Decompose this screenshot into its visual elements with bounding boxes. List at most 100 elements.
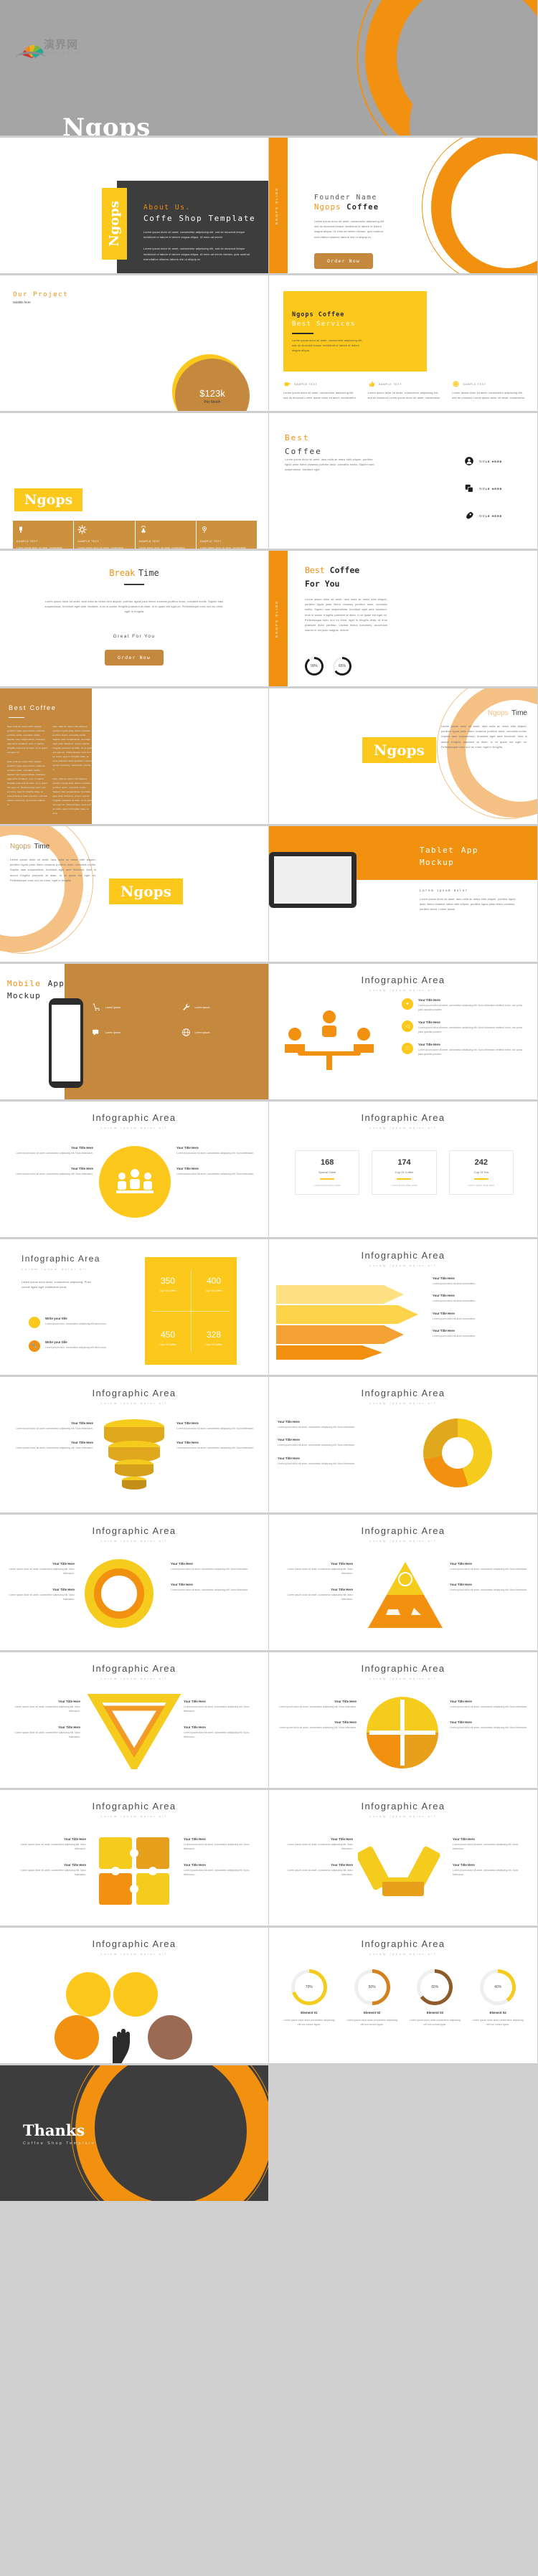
slide-ig-quad[interactable]: Infographic Area Lorem Ipsum dolor sit L… <box>0 1239 269 1377</box>
slide-ig-ring[interactable]: Infographic Area Lorem Ipsum dolor sit Y… <box>0 1515 269 1652</box>
list-item[interactable]: Your Title Here Lorem ipsum dolor sit ame… <box>278 1700 357 1709</box>
list-item[interactable]: Your Title Here Lorem ipsum dolor sit ame… <box>9 1725 80 1740</box>
slide-ig-puzzle-circle[interactable]: Infographic Area Lorem Ipsum dolor sit Y… <box>269 1652 538 1790</box>
list-item[interactable]: Your Title Here Lorem ipsum dolor sit ame… <box>184 1700 261 1714</box>
order-now-button[interactable]: Order Now <box>104 650 164 666</box>
list-item[interactable]: Your Title Here Lorem ipsum dolor sit ame… <box>453 1837 530 1852</box>
list-item[interactable]: SAMPLE TEXT Lorem ipsum dolor sit amet, … <box>368 380 443 401</box>
slide-founder[interactable]: NGOPS SLIDE Founder Name Ngops Coffee Lo… <box>269 138 538 275</box>
quad-cell[interactable]: 450 Cup Of Coffee <box>145 1311 191 1365</box>
list-item[interactable]: Your Title Here Lorem ipsum dolor sit ame… <box>9 1167 93 1176</box>
quad-cell[interactable]: 350 Cup Of Coffee <box>145 1257 191 1311</box>
list-item[interactable]: Your Title Here Lorem ipsum dolor sit ame… <box>278 1420 403 1429</box>
table-column[interactable]: SAMPLE TEXT Lorem ipsum dolor sit amet, … <box>13 521 75 549</box>
slide-tablet-mockup[interactable]: Tablet App Mockup Lorem ipsum dolor Lore… <box>269 826 538 964</box>
list-item[interactable]: Your Title Here Lorem ipsum dolor sit ame… <box>278 1562 353 1576</box>
slide-best-coffee-block[interactable]: Best Coffee laus nulla ac netus nibh ali… <box>0 688 269 826</box>
stat-card[interactable]: 242 Cup Of Tea Lorem ipsum dolor amet <box>448 1150 514 1195</box>
list-item[interactable]: Your Title Here Lorem ipsum dolor sit ame… <box>278 1720 357 1730</box>
list-item[interactable]: Your Title Here Lorem ipsum dolor sit ame… <box>176 1146 261 1155</box>
list-item[interactable]: ♡ Your Title Here Lorem ipsum dolor sit … <box>402 1042 527 1057</box>
list-item[interactable]: Your Title Here Lorem ipsum dolor sit ame… <box>278 1438 403 1447</box>
slide-ig-arrows[interactable]: Infographic Area Lorem Ipsum dolor sit Y… <box>269 1239 538 1377</box>
slide-ig-pyramid[interactable]: Infographic Area Lorem Ipsum dolor sit Y… <box>269 1515 538 1652</box>
donut-card[interactable]: 70% Element 01 Lorem ipsum dolor amet co… <box>283 1969 335 2027</box>
slide-ig-donuts[interactable]: Infographic Area Lorem Ipsum dolor sit 7… <box>269 1928 538 2065</box>
feature-item[interactable]: Lorem Ipsum <box>181 1003 254 1012</box>
table-column[interactable]: SAMPLE TEXT Lorem ipsum dolor sit amet, … <box>74 521 136 549</box>
list-item[interactable]: 🔧 Write your title Lorem ipsum dolo, con… <box>29 1340 115 1352</box>
list-item[interactable]: Your Title Here Lorem ipsum dolor sit ame… <box>184 1863 261 1877</box>
list-item[interactable]: Your Title Here Lorem ipsum dolor sit ame… <box>9 1421 93 1431</box>
slide-ig-hand[interactable]: Infographic Area Lorem Ipsum dolor sit <box>0 1928 269 2065</box>
list-item[interactable]: Your Title Here Lorem ipsum dolor sit ame… <box>278 1457 403 1466</box>
slide-about[interactable]: Ngops About Us. Coffe Shop Template Lore… <box>0 138 269 275</box>
slide-ngops-table[interactable]: Ngops SAMPLE TEXT Lorem ipsum dolor sit … <box>0 413 269 551</box>
quad-cell[interactable]: 328 Cup Of Coffee <box>191 1311 237 1365</box>
slide-our-project[interactable]: Our Project Subtitle here $123k Per Mont… <box>0 275 269 413</box>
slide-ig-funnel[interactable]: Infographic Area Lorem Ipsum dolor sit Y… <box>0 1377 269 1515</box>
list-item[interactable]: Your Title Here Lorem ipsum dolor sit ame… <box>9 1837 86 1852</box>
list-item[interactable]: TITLE HERE <box>464 456 502 466</box>
donut-card[interactable]: 50% Element 02 Lorem ipsum dolor amet co… <box>346 1969 398 2027</box>
list-item[interactable]: Your Title Here Lorem ipsum dolor sit ame… <box>9 1441 93 1450</box>
slide-ig-team[interactable]: Infographic Area Lorem Ipsum dolor sit Y… <box>0 1102 269 1239</box>
table-column[interactable]: SAMPLE TEXT Lorem ipsum dolor sit amet, … <box>135 521 197 549</box>
list-item[interactable]: Your Title Here Lorem ipsum dolor sit ame… <box>433 1312 527 1321</box>
list-item[interactable]: ⚡ Write your title Lorem ipsum dolo, con… <box>29 1317 115 1328</box>
list-item[interactable]: ◁ Your Title Here Lorem ipsum dolor sit … <box>402 1020 527 1035</box>
list-item[interactable]: Your Title Here Lorem ipsum dolor sit ame… <box>450 1583 529 1592</box>
list-item[interactable]: ✦ Your Title Here Lorem ipsum dolor sit … <box>402 998 527 1013</box>
list-item[interactable]: Your Title Here Lorem ipsum dolor sit ame… <box>278 1588 353 1602</box>
list-item[interactable]: Your Title Here Lorem ipsum dolor sit ame… <box>450 1562 529 1571</box>
slide-ig-stats[interactable]: Infographic Area Lorem Ipsum dolor sit 1… <box>269 1102 538 1239</box>
slide-ngops-time-a[interactable]: Ngops Ngops Time Lorem ipsum dolor sit a… <box>269 688 538 826</box>
order-now-button[interactable]: Order Now <box>314 252 374 269</box>
list-item[interactable]: SAMPLE TEXT Lorem ipsum dolor sit amet, … <box>452 380 527 401</box>
list-item[interactable]: Your Title Here Lorem ipsum dolor sit ame… <box>9 1588 75 1602</box>
feature-item[interactable]: Lorem Ipsum <box>181 1028 254 1037</box>
slide-ig-people[interactable]: Infographic Area Lorem Ipsum dolor sit ✦… <box>269 964 538 1102</box>
list-item[interactable]: Your Title Here Lorem ipsum dolor sit ame… <box>9 1700 80 1714</box>
list-item[interactable]: Your Title Here Lorem ipsum dolor sit ame… <box>450 1700 530 1709</box>
quad-cell[interactable]: 400 Cup Of Coffee <box>191 1257 237 1311</box>
slide-ig-pie[interactable]: Infographic Area Lorem Ipsum dolor sit Y… <box>269 1377 538 1515</box>
slide-ngops-time-b[interactable]: Ngops Time Lorem ipsum dolor sit amet, l… <box>0 826 269 964</box>
slide-cover[interactable]: 演界网 WWW.YANJ.CN Ngops Coffee Shop Templa… <box>0 0 538 138</box>
slide-break-time[interactable]: Break Time Lorem ipsum dolor sit amet, l… <box>0 551 269 688</box>
slide-ig-books[interactable]: Infographic Area Lorem Ipsum dolor sit Y… <box>269 1790 538 1928</box>
list-item[interactable]: Your Title Here Lorem ipsum dolor sit ame… <box>176 1421 261 1431</box>
list-item[interactable]: Your Title Here Lorem ipsum dolor sit ame… <box>9 1863 86 1877</box>
list-item[interactable]: Your Title Here Lorem ipsum dolor sit ame… <box>184 1837 261 1852</box>
list-item[interactable]: Your Title Here Lorem ipsum dolor sit ame… <box>176 1167 261 1176</box>
list-item[interactable]: Your Title Here Lorem ipsum dolor sit ame… <box>433 1277 527 1286</box>
stat-card[interactable]: 174 Cup Of Coffee Lorem ipsum dolor amet <box>372 1150 437 1195</box>
slide-best-for-you[interactable]: NGOPS SLIDE Best Coffee For You Lorem ip… <box>269 551 538 688</box>
list-item[interactable]: SAMPLE TEXT Lorem ipsum dolor sit amet, … <box>283 380 359 401</box>
donut-card[interactable]: 65% Element 03 Lorem ipsum dolor amet co… <box>410 1969 461 2027</box>
list-item[interactable]: Your Title Here Lorem ipsum dolor sit ame… <box>9 1562 75 1576</box>
slide-ig-puzzle-pieces[interactable]: Infographic Area Lorem Ipsum dolor sit Y… <box>0 1790 269 1928</box>
donut-card[interactable]: 40% Element 04 Lorem ipsum dolor amet co… <box>472 1969 524 2027</box>
slide-ig-triangle[interactable]: Infographic Area Lorem Ipsum dolor sit Y… <box>0 1652 269 1790</box>
list-item[interactable]: Your Title Here Lorem ipsum dolor sit ame… <box>184 1725 261 1740</box>
list-item[interactable]: TITLE HERE <box>464 511 502 521</box>
list-item[interactable]: Your Title Here Lorem ipsum dolor sit ame… <box>433 1329 527 1338</box>
table-column[interactable]: SAMPLE TEXT Lorem ipsum dolor sit amet, … <box>196 521 257 549</box>
list-item[interactable]: Your Title Here Lorem ipsum dolor sit ame… <box>171 1583 260 1592</box>
list-item[interactable]: TITLE HERE <box>464 483 502 493</box>
slide-thanks[interactable]: Thanks Coffee Shop Template <box>0 2065 269 2203</box>
list-item[interactable]: Your Title Here Lorem ipsum dolor sit ame… <box>171 1562 260 1571</box>
feature-item[interactable]: Lorem Ipsum <box>92 1003 164 1012</box>
stat-card[interactable]: 168 Special Client Lorem ipsum dolor ame… <box>295 1150 360 1195</box>
list-item[interactable]: Your Title Here Lorem ipsum dolor sit ame… <box>450 1720 530 1730</box>
list-item[interactable]: Your Title Here Lorem ipsum dolor sit ame… <box>278 1863 353 1877</box>
list-item[interactable]: Your Title Here Lorem ipsum dolor sit ame… <box>278 1837 353 1852</box>
list-item[interactable]: Your Title Here Lorem ipsum dolor sit ame… <box>433 1294 527 1303</box>
slide-services[interactable]: Ngops Coffee Best Services Lorem ipsum d… <box>269 275 538 413</box>
slide-mobile-mockup[interactable]: Mobile App Mockup Lorem Ipsum Lorem Ipsu… <box>0 964 269 1102</box>
list-item[interactable]: Your Title Here Lorem ipsum dolor sit ame… <box>176 1441 261 1450</box>
feature-item[interactable]: Lorem Ipsum <box>92 1028 164 1037</box>
list-item[interactable]: Your Title Here Lorem ipsum dolor sit ame… <box>9 1146 93 1155</box>
list-item[interactable]: Your Title Here Lorem ipsum dolor sit ame… <box>453 1863 530 1877</box>
